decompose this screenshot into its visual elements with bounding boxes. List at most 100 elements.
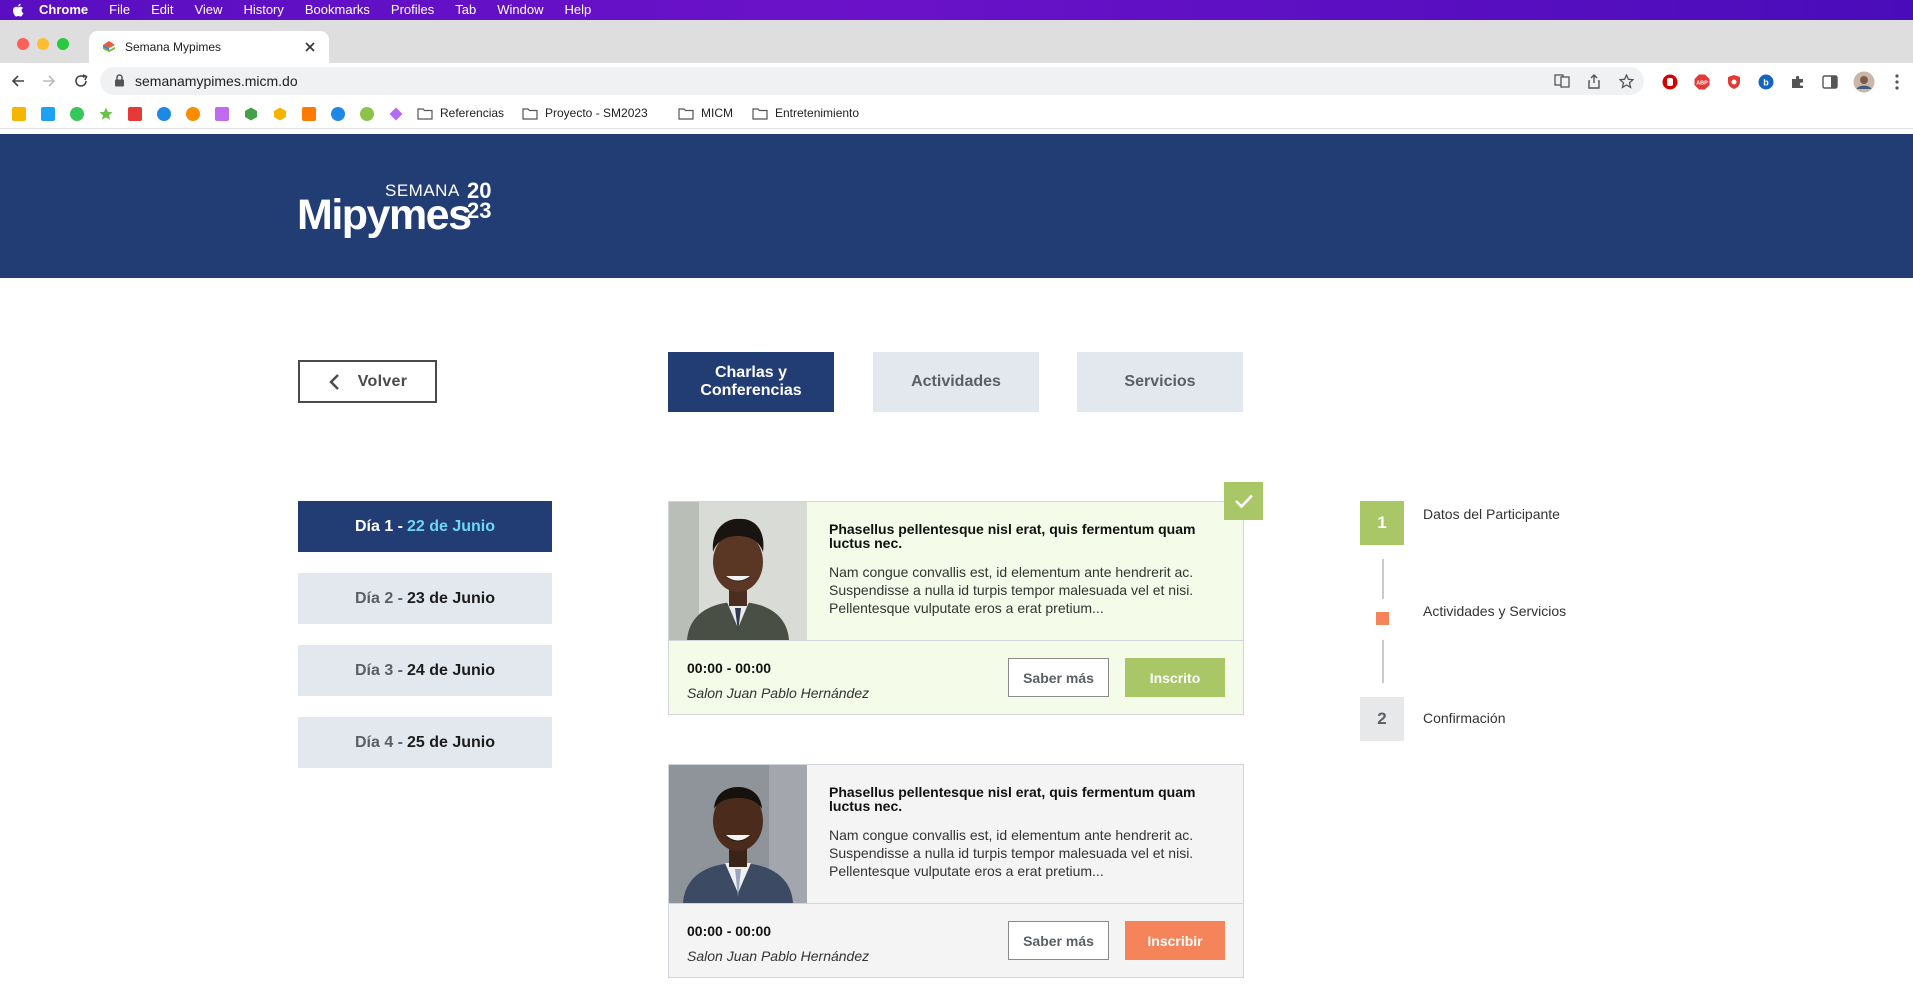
tab-actividades[interactable]: Actividades [873, 352, 1039, 412]
bookmark-icon[interactable] [302, 107, 316, 121]
step-1-label: Datos del Participante [1423, 506, 1560, 522]
bookmark-star-icon[interactable] [1618, 73, 1634, 89]
bookmark-star-shape-icon[interactable] [99, 107, 113, 121]
tab-label: Charlas y Conferencias [700, 364, 802, 399]
menu-chrome[interactable]: Chrome [39, 0, 88, 20]
menu-profiles[interactable]: Profiles [391, 0, 434, 20]
bookmark-icon[interactable] [360, 107, 374, 121]
check-icon [1224, 482, 1263, 520]
step-connector [1382, 559, 1384, 599]
event-room: Salon Juan Pablo Hernández [687, 685, 870, 701]
svg-text:ABP: ABP [1696, 81, 1708, 87]
bookmark-folder-label: Referencias [440, 106, 505, 120]
bookmark-hexagon-icon[interactable] [244, 107, 258, 121]
url-text: semanamypimes.micm.do [135, 73, 298, 89]
tab-servicios[interactable]: Servicios [1077, 352, 1243, 412]
back-arrow-icon[interactable] [9, 72, 27, 90]
minimize-window-button[interactable] [37, 38, 49, 50]
puzzle-extensions-icon[interactable] [1789, 73, 1807, 91]
menu-file[interactable]: File [109, 0, 130, 20]
reload-icon[interactable] [72, 72, 90, 90]
bookmark-icon[interactable] [186, 107, 200, 121]
profile-avatar[interactable] [1853, 71, 1875, 93]
bookmark-icon[interactable] [331, 107, 345, 121]
step-connector [1382, 640, 1384, 683]
step-1-box: 1 [1360, 501, 1404, 545]
day-2-button[interactable]: Día 2 - 23 de Junio [298, 573, 552, 624]
inscribir-button[interactable]: Inscribir [1125, 921, 1225, 960]
adblock-extension-icon[interactable]: ABP [1693, 73, 1711, 91]
day-4-button[interactable]: Día 4 - 25 de Junio [298, 717, 552, 768]
step-2-label: Confirmación [1423, 710, 1506, 726]
forward-arrow-icon[interactable] [40, 72, 58, 90]
menu-history[interactable]: History [243, 0, 283, 20]
bookmark-icon[interactable] [41, 107, 55, 121]
day-prefix: Día 4 - [354, 733, 403, 751]
menu-view[interactable]: View [194, 0, 222, 20]
event-title: Phasellus pellentesque nisl erat, quis f… [829, 784, 1196, 814]
event-card: Phasellus pellentesque nisl erat, quis f… [668, 501, 1244, 715]
translate-icon[interactable] [1554, 73, 1570, 89]
bookmark-icon[interactable] [70, 107, 84, 121]
step-current-marker [1376, 612, 1389, 625]
svg-text:b: b [1763, 78, 1769, 88]
event-description: Nam congue convallis est, id elementum a… [829, 564, 1194, 616]
menu-bookmarks[interactable]: Bookmarks [305, 0, 370, 20]
logo-year-bottom: 23 [467, 198, 492, 223]
stop-extension-icon[interactable] [1661, 73, 1679, 91]
chrome-menu-icon[interactable] [1888, 73, 1906, 91]
day-date: 24 de Junio [406, 661, 496, 679]
bookmark-hexagon-icon[interactable] [273, 107, 287, 121]
bookmark-icon[interactable] [157, 107, 171, 121]
card-divider [669, 903, 1243, 904]
day-1-button[interactable]: Día 1 - 22 de Junio [298, 501, 552, 552]
tab-label: Servicios [1124, 373, 1196, 390]
bookmark-icon[interactable] [12, 107, 26, 121]
blue-extension-icon[interactable]: b [1757, 73, 1775, 91]
speaker-photo [669, 502, 807, 640]
close-window-button[interactable] [17, 38, 29, 50]
tab-title: Semana Mypimes [125, 40, 222, 54]
event-room: Salon Juan Pablo Hernández [687, 948, 870, 964]
event-title: Phasellus pellentesque nisl erat, quis f… [829, 521, 1196, 551]
menu-tab[interactable]: Tab [455, 0, 476, 20]
share-icon[interactable] [1586, 73, 1602, 89]
day-prefix: Día 3 - [354, 661, 403, 679]
apple-icon[interactable] [11, 3, 25, 17]
folder-icon [417, 107, 433, 120]
event-text: Phasellus pellentesque nisl erat, quis f… [829, 522, 1229, 617]
day-3-button[interactable]: Día 3 - 24 de Junio [298, 645, 552, 696]
menu-help[interactable]: Help [565, 0, 592, 20]
bookmark-folder-referencias[interactable]: Referencias [417, 106, 504, 120]
bookmark-folder-label: Entretenimiento [775, 106, 860, 120]
event-description: Nam congue convallis est, id elementum a… [829, 827, 1194, 879]
close-tab-icon[interactable] [303, 40, 317, 54]
menu-window[interactable]: Window [497, 0, 543, 20]
saber-mas-button[interactable]: Saber más [1008, 921, 1109, 960]
day-date: 23 de Junio [406, 589, 496, 607]
tab-strip: Semana Mypimes [0, 20, 1913, 63]
day-prefix: Día 1 - [354, 517, 403, 535]
tab-label: Actividades [911, 373, 1001, 390]
bookmark-icon[interactable] [215, 107, 229, 121]
address-bar[interactable]: semanamypimes.micm.do [100, 67, 1644, 95]
menu-edit[interactable]: Edit [151, 0, 173, 20]
back-button-label: Volver [357, 372, 408, 390]
folder-icon [752, 107, 768, 120]
saber-mas-button[interactable]: Saber más [1008, 658, 1109, 697]
bookmark-folder-proyecto[interactable]: Proyecto - SM2023 [522, 106, 648, 120]
browser-tab[interactable]: Semana Mypimes [89, 31, 329, 63]
bookmarks-bar: Referencias Proyecto - SM2023 MICM Entre… [0, 99, 1913, 129]
bookmark-folder-micm[interactable]: MICM [678, 106, 733, 120]
folder-icon [678, 107, 694, 120]
bookmark-icon[interactable] [128, 107, 142, 121]
bookmark-folder-entretenimiento[interactable]: Entretenimiento [752, 106, 859, 120]
side-panel-icon[interactable] [1821, 73, 1839, 91]
shield-extension-icon[interactable] [1725, 73, 1743, 91]
tab-charlas-conferencias[interactable]: Charlas y Conferencias [668, 352, 834, 412]
bookmark-diamond-icon[interactable] [389, 107, 403, 121]
fullscreen-window-button[interactable] [57, 38, 69, 50]
inscrito-button[interactable]: Inscrito [1125, 658, 1225, 697]
back-button[interactable]: Volver [298, 360, 437, 403]
bookmark-folder-label: Proyecto - SM2023 [545, 106, 648, 120]
